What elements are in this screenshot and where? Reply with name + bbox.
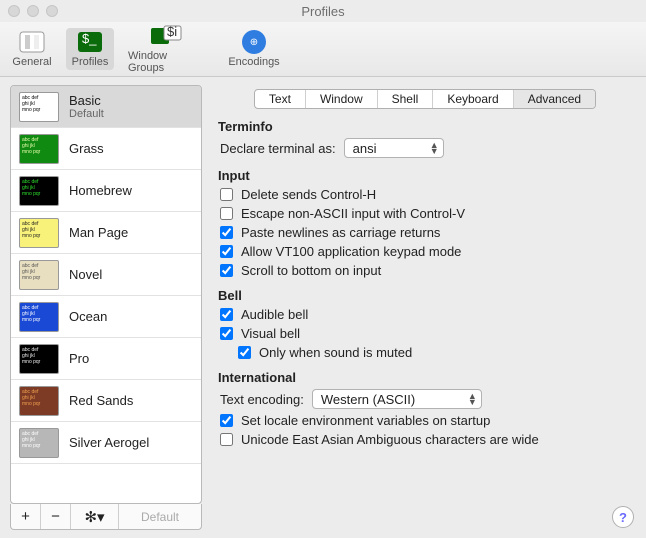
titlebar: Profiles	[0, 0, 646, 22]
select-value: ansi	[353, 141, 377, 156]
terminal-icon: $_	[74, 30, 106, 54]
default-button[interactable]: Default	[119, 504, 201, 529]
input-option-checkbox[interactable]	[220, 245, 233, 258]
terminal-thumbnail-icon: abc defghi jklmno pqr	[19, 344, 59, 374]
profile-ocean[interactable]: abc defghi jklmno pqr Ocean	[11, 296, 201, 338]
add-button[interactable]: +	[11, 504, 41, 529]
terminal-thumbnail-icon: abc defghi jklmno pqr	[19, 218, 59, 248]
toolbar-profiles[interactable]: $_ Profiles	[66, 28, 114, 70]
eastasian-checkbox[interactable]	[220, 433, 233, 446]
checkbox-label: Delete sends Control-H	[241, 187, 376, 202]
svg-text:$_: $_	[82, 31, 97, 46]
checkbox-label: Only when sound is muted	[259, 345, 412, 360]
checkbox-label: Set locale environment variables on star…	[241, 413, 490, 428]
input-option-checkbox[interactable]	[220, 207, 233, 220]
input-option-checkbox[interactable]	[220, 264, 233, 277]
input-option-checkbox[interactable]	[220, 226, 233, 239]
checkbox-label: Unicode East Asian Ambiguous characters …	[241, 432, 539, 447]
profile-name: Novel	[69, 267, 102, 282]
tab-window[interactable]: Window	[306, 90, 378, 108]
profile-subtitle: Default	[69, 108, 104, 120]
terminal-thumbnail-icon: abc defghi jklmno pqr	[19, 260, 59, 290]
declare-terminal-label: Declare terminal as:	[220, 141, 336, 156]
settings-tabs: TextWindowShellKeyboardAdvanced	[254, 89, 596, 109]
toolbar-label: Encodings	[228, 56, 279, 68]
text-encoding-select[interactable]: Western (ASCII) ▲▼	[312, 389, 482, 409]
profile-homebrew[interactable]: abc defghi jklmno pqr Homebrew	[11, 170, 201, 212]
text-encoding-label: Text encoding:	[220, 392, 304, 407]
chevron-updown-icon: ▲▼	[430, 142, 439, 154]
checkbox-label: Escape non-ASCII input with Control-V	[241, 206, 465, 221]
toolbar-label: Profiles	[72, 56, 109, 68]
profile-man-page[interactable]: abc defghi jklmno pqr Man Page	[11, 212, 201, 254]
windows-icon: $i	[150, 24, 182, 48]
terminal-thumbnail-icon: abc defghi jklmno pqr	[19, 386, 59, 416]
remove-button[interactable]: −	[41, 504, 71, 529]
checkbox-label: Visual bell	[241, 326, 300, 341]
visual-bell-checkbox[interactable]	[220, 327, 233, 340]
tab-advanced[interactable]: Advanced	[514, 90, 595, 108]
switch-icon	[16, 30, 48, 54]
gear-menu[interactable]: ✻▾	[71, 504, 119, 529]
profile-name: Red Sands	[69, 393, 133, 408]
locale-checkbox[interactable]	[220, 414, 233, 427]
tab-keyboard[interactable]: Keyboard	[433, 90, 513, 108]
terminal-thumbnail-icon: abc defghi jklmno pqr	[19, 134, 59, 164]
toolbar: General $_ Profiles $i Window Groups ⊕ E…	[0, 22, 646, 77]
profile-red-sands[interactable]: abc defghi jklmno pqr Red Sands	[11, 380, 201, 422]
profiles-list[interactable]: abc defghi jklmno pqrBasicDefaultabc def…	[10, 85, 202, 504]
section-input: Input	[218, 168, 632, 183]
toolbar-encodings[interactable]: ⊕ Encodings	[230, 28, 278, 70]
declare-terminal-select[interactable]: ansi ▲▼	[344, 138, 444, 158]
terminal-thumbnail-icon: abc defghi jklmno pqr	[19, 428, 59, 458]
window-title: Profiles	[0, 4, 646, 19]
profiles-sidebar: abc defghi jklmno pqrBasicDefaultabc def…	[10, 85, 202, 530]
profile-name: Man Page	[69, 225, 128, 240]
profile-grass[interactable]: abc defghi jklmno pqr Grass	[11, 128, 201, 170]
svg-text:$i: $i	[167, 25, 177, 39]
tab-text[interactable]: Text	[255, 90, 306, 108]
tab-shell[interactable]: Shell	[378, 90, 434, 108]
checkbox-label: Audible bell	[241, 307, 308, 322]
section-international: International	[218, 370, 632, 385]
profile-novel[interactable]: abc defghi jklmno pqr Novel	[11, 254, 201, 296]
section-bell: Bell	[218, 288, 632, 303]
profile-silver-aerogel[interactable]: abc defghi jklmno pqr Silver Aerogel	[11, 422, 201, 464]
profile-name: Grass	[69, 141, 104, 156]
toolbar-label: General	[12, 56, 51, 68]
toolbar-window-groups[interactable]: $i Window Groups	[124, 22, 208, 76]
toolbar-label: Window Groups	[128, 50, 204, 74]
section-terminfo: Terminfo	[218, 119, 632, 134]
select-value: Western (ASCII)	[321, 392, 415, 407]
toolbar-general[interactable]: General	[8, 28, 56, 70]
sidebar-footer: + − ✻▾ Default	[10, 504, 202, 530]
profile-name: Homebrew	[69, 183, 132, 198]
profile-name: Silver Aerogel	[69, 435, 149, 450]
terminal-thumbnail-icon: abc defghi jklmno pqr	[19, 92, 59, 122]
terminal-thumbnail-icon: abc defghi jklmno pqr	[19, 302, 59, 332]
settings-panel: TextWindowShellKeyboardAdvanced Terminfo…	[202, 77, 646, 538]
profile-name: Ocean	[69, 309, 107, 324]
help-button[interactable]: ?	[612, 506, 634, 528]
profile-basic[interactable]: abc defghi jklmno pqr BasicDefault	[11, 86, 201, 128]
profile-name: Pro	[69, 351, 89, 366]
chevron-updown-icon: ▲▼	[468, 393, 477, 405]
checkbox-label: Paste newlines as carriage returns	[241, 225, 440, 240]
checkbox-label: Allow VT100 application keypad mode	[241, 244, 461, 259]
profile-pro[interactable]: abc defghi jklmno pqr Pro	[11, 338, 201, 380]
profile-name: Basic	[69, 93, 104, 108]
checkbox-label: Scroll to bottom on input	[241, 263, 381, 278]
terminal-thumbnail-icon: abc defghi jklmno pqr	[19, 176, 59, 206]
only-muted-checkbox[interactable]	[238, 346, 251, 359]
globe-icon: ⊕	[238, 30, 270, 54]
input-option-checkbox[interactable]	[220, 188, 233, 201]
audible-bell-checkbox[interactable]	[220, 308, 233, 321]
